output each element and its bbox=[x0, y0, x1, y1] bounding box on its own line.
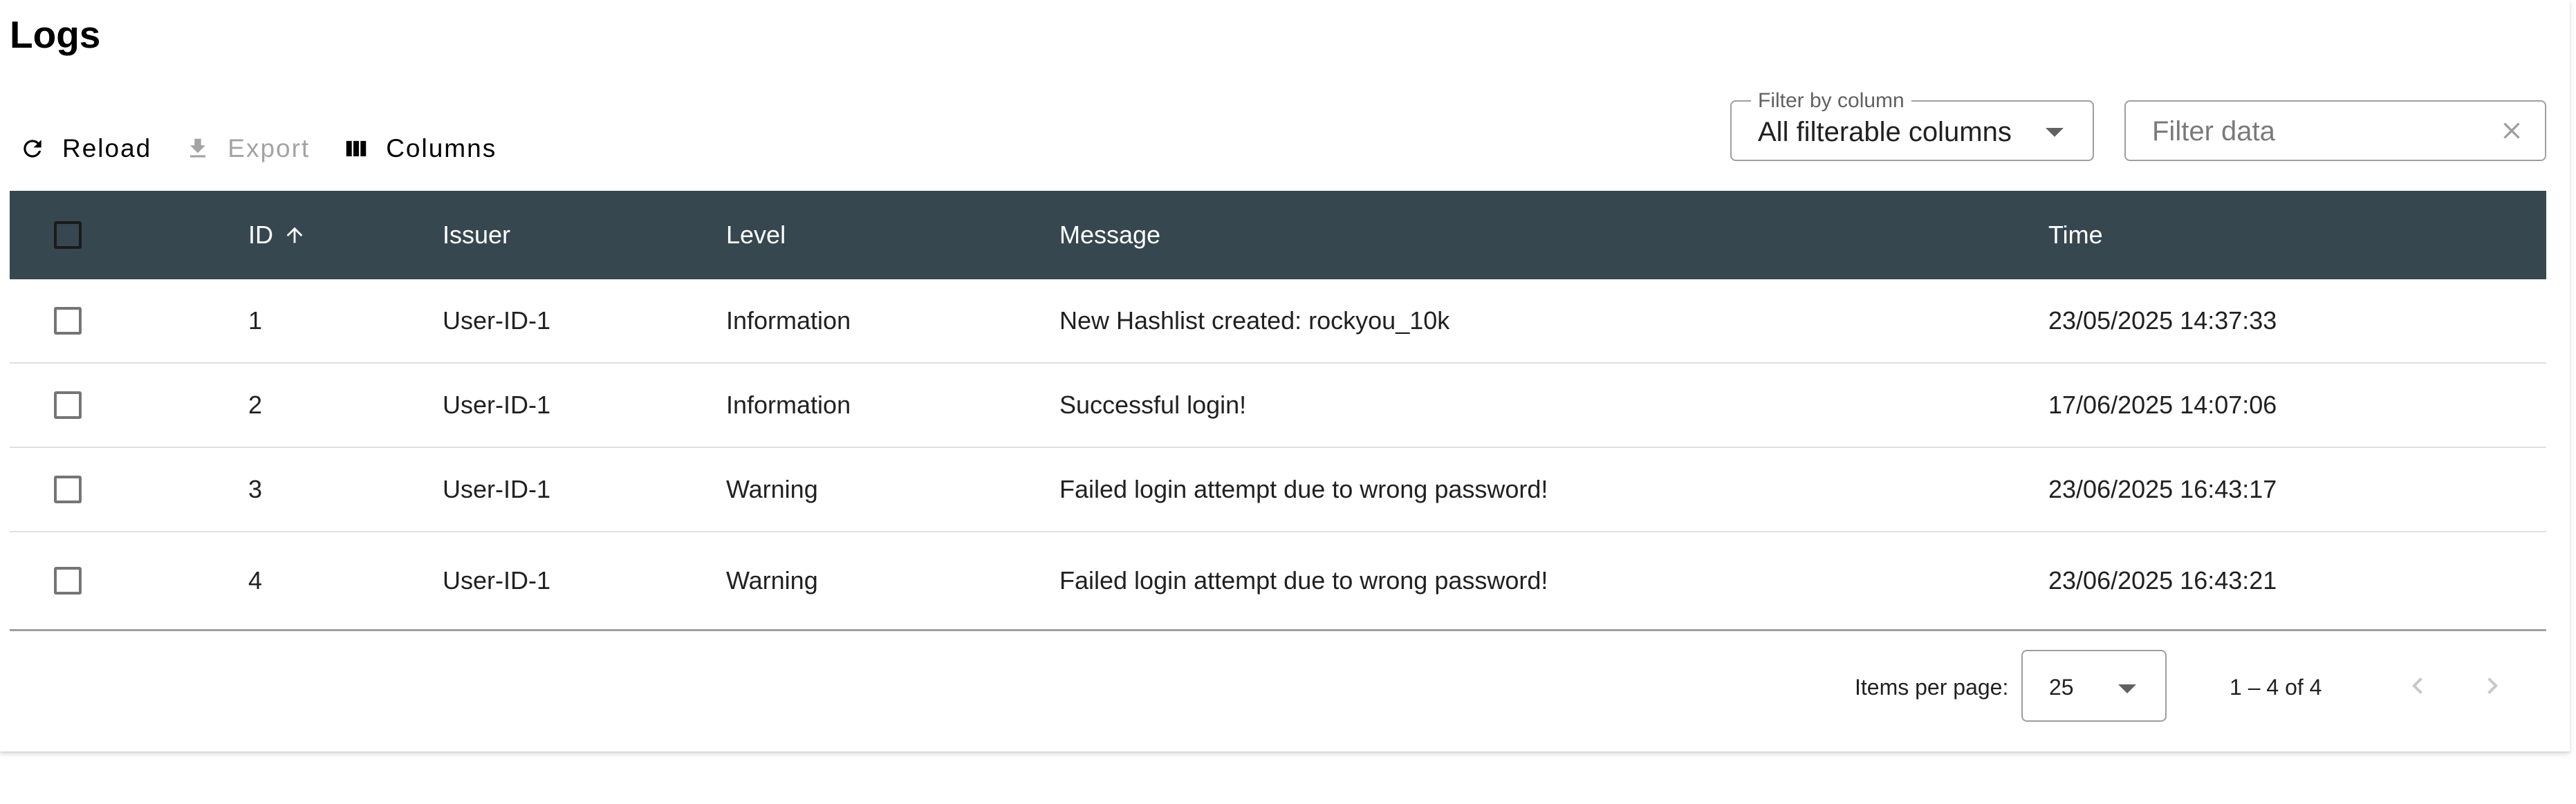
header-id-label: ID bbox=[248, 221, 273, 249]
header-time[interactable]: Time bbox=[2048, 221, 2546, 250]
columns-label: Columns bbox=[386, 134, 497, 162]
page: Logs Reload Export Columns Filter by col… bbox=[0, 0, 2576, 804]
cell-id: 4 bbox=[248, 566, 263, 595]
page-title: Logs bbox=[10, 13, 101, 56]
cell-level: Information bbox=[726, 306, 851, 335]
download-icon bbox=[185, 135, 211, 162]
cell-message: New Hashlist created: rockyou_10k bbox=[1059, 306, 1450, 335]
chevron-right-icon[interactable] bbox=[2476, 669, 2509, 702]
arrow-up-icon bbox=[286, 227, 303, 243]
row-checkbox[interactable] bbox=[54, 391, 82, 419]
filter-data-input[interactable] bbox=[2151, 111, 2472, 151]
cell-level: Information bbox=[726, 391, 851, 419]
logs-table: ID Issuer Level Message Time 1 User-ID-1… bbox=[10, 191, 2546, 631]
select-all-checkbox[interactable] bbox=[54, 221, 82, 249]
table-row[interactable]: 2 User-ID-1 Information Successful login… bbox=[10, 364, 2546, 448]
dropdown-arrow-icon bbox=[2046, 128, 2064, 137]
table-row[interactable]: 3 User-ID-1 Warning Failed login attempt… bbox=[10, 448, 2546, 532]
items-per-page-select[interactable]: 25 bbox=[2021, 650, 2167, 722]
items-per-page-value: 25 bbox=[2049, 675, 2074, 700]
table-row[interactable]: 1 User-ID-1 Information New Hashlist cre… bbox=[10, 279, 2546, 364]
row-checkbox[interactable] bbox=[54, 567, 82, 595]
row-select-cell bbox=[10, 391, 248, 419]
cell-message: Successful login! bbox=[1059, 391, 1247, 419]
cell-time: 23/06/2025 16:43:17 bbox=[2048, 475, 2277, 503]
cell-time: 23/06/2025 16:43:21 bbox=[2048, 566, 2277, 595]
cell-message: Failed login attempt due to wrong passwo… bbox=[1059, 475, 1548, 503]
export-label: Export bbox=[228, 134, 311, 162]
reload-label: Reload bbox=[62, 134, 152, 162]
refresh-icon bbox=[19, 135, 46, 162]
header-message[interactable]: Message bbox=[1059, 221, 2048, 250]
filter-column-legend: Filter by column bbox=[1751, 89, 1911, 113]
cell-message: Failed login attempt due to wrong passwo… bbox=[1059, 566, 1548, 595]
cell-issuer: User-ID-1 bbox=[443, 306, 551, 335]
row-checkbox[interactable] bbox=[54, 476, 82, 503]
row-select-cell bbox=[10, 476, 248, 503]
export-button[interactable]: Export bbox=[175, 124, 319, 173]
page-range-label: 1 – 4 of 4 bbox=[2230, 675, 2322, 700]
cell-issuer: User-ID-1 bbox=[443, 391, 551, 419]
header-issuer[interactable]: Issuer bbox=[443, 221, 726, 250]
filter-data-field bbox=[2124, 100, 2546, 161]
cell-id: 3 bbox=[248, 475, 263, 503]
filter-column-select[interactable]: Filter by column All filterable columns bbox=[1730, 89, 2094, 161]
cell-id: 2 bbox=[248, 391, 263, 419]
items-per-page-label: Items per page: bbox=[1855, 675, 2009, 700]
row-select-cell bbox=[10, 307, 248, 335]
row-checkbox[interactable] bbox=[54, 307, 82, 335]
dropdown-arrow-icon bbox=[2118, 684, 2136, 693]
cell-time: 17/06/2025 14:07:06 bbox=[2048, 391, 2277, 419]
columns-button[interactable]: Columns bbox=[333, 124, 506, 173]
cell-id: 1 bbox=[248, 306, 263, 335]
paginator: Items per page: 25 1 – 4 of 4 bbox=[0, 650, 2570, 723]
reload-button[interactable]: Reload bbox=[10, 124, 161, 173]
view-columns-icon bbox=[343, 135, 369, 162]
table-row[interactable]: 4 User-ID-1 Warning Failed login attempt… bbox=[10, 532, 2546, 631]
table-toolbar: Reload Export Columns bbox=[10, 124, 520, 173]
cell-issuer: User-ID-1 bbox=[443, 566, 551, 595]
cell-time: 23/05/2025 14:37:33 bbox=[2048, 306, 2277, 335]
header-level[interactable]: Level bbox=[726, 221, 1059, 250]
cell-issuer: User-ID-1 bbox=[443, 475, 551, 503]
close-icon[interactable] bbox=[2498, 117, 2526, 144]
cell-level: Warning bbox=[726, 566, 818, 595]
table-header-row: ID Issuer Level Message Time bbox=[10, 191, 2546, 279]
filter-column-value: All filterable columns bbox=[1758, 117, 2012, 147]
header-id[interactable]: ID bbox=[248, 221, 443, 250]
chevron-left-icon[interactable] bbox=[2401, 669, 2434, 702]
cell-level: Warning bbox=[726, 475, 818, 503]
row-select-cell bbox=[10, 567, 248, 595]
select-all-cell bbox=[10, 221, 248, 249]
logs-card: Logs Reload Export Columns Filter by col… bbox=[0, 0, 2570, 751]
